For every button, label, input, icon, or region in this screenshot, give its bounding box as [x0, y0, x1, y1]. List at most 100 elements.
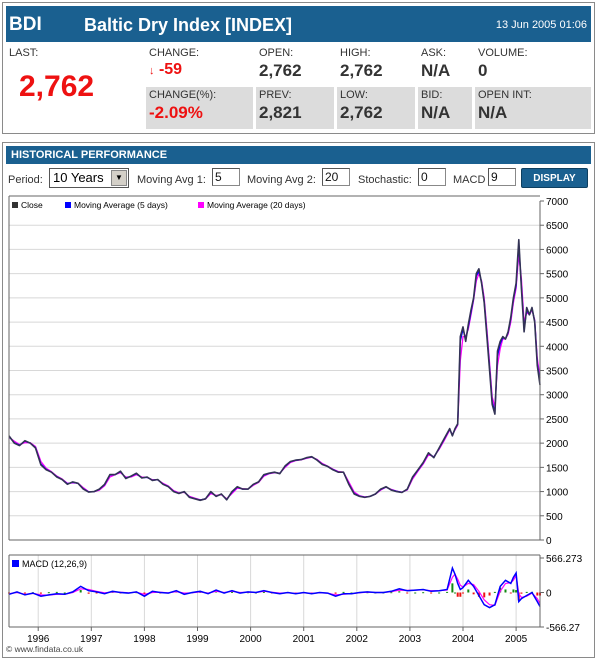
legend-ma20: Moving Average (20 days) — [207, 200, 306, 210]
macd-hist-bar — [515, 590, 518, 593]
bid-label: BID: — [421, 89, 443, 101]
open-int-value: N/A — [478, 103, 508, 122]
x-tick-label: 2003 — [399, 634, 422, 645]
legend-close: Close — [21, 200, 43, 210]
charts-svg: 0 500 1000 1500 2000 2500 3000 3500 4000 4500 5000… — [8, 195, 583, 645]
macd-hist-bar — [334, 592, 337, 594]
macd-hist-bar — [47, 592, 50, 594]
legend-swatch-ma5 — [65, 202, 71, 208]
high-cell: HIGH: 2,762 — [337, 45, 415, 85]
prev-value: 2,821 — [259, 103, 302, 122]
legend-swatch-ma20 — [198, 202, 204, 208]
macd-hist-bar — [55, 591, 58, 593]
x-tick-label: 2004 — [452, 634, 475, 645]
prev-cell: PREV: 2,821 — [256, 87, 334, 129]
ask-label: ASK: — [421, 47, 447, 59]
main-y-tick-label: 6000 — [546, 245, 569, 256]
main-y-ticks: 0 500 1000 1500 2000 2500 3000 3500 4000 4500 5000… — [540, 197, 569, 547]
macd-hist-bar — [262, 591, 265, 593]
last-label: LAST: — [9, 47, 39, 59]
high-value: 2,762 — [340, 61, 383, 80]
main-y-tick-label: 4500 — [546, 318, 569, 329]
last-value: 2,762 — [19, 70, 95, 103]
x-tick-label: 1999 — [186, 634, 209, 645]
macd-hist-bar — [406, 592, 409, 594]
main-y-tick-label: 6500 — [546, 221, 569, 232]
x-tick-label: 2005 — [505, 634, 528, 645]
change-pct-value: -2.09% — [149, 103, 203, 122]
prev-label: PREV: — [259, 89, 292, 101]
macd-hist-bar — [512, 589, 515, 593]
macd-hist-bar — [483, 592, 486, 598]
open-int-cell: OPEN INT: N/A — [475, 87, 591, 129]
instrument-name: Baltic Dry Index [INDEX] — [84, 15, 293, 35]
main-y-tick-label: 3500 — [546, 367, 569, 378]
main-y-tick-label: 500 — [546, 512, 563, 523]
macd-y-tick-label: -566.27 — [546, 623, 580, 634]
change-pct-label: CHANGE(%): — [149, 89, 217, 101]
volume-cell: VOLUME: 0 — [475, 45, 591, 85]
last-cell: LAST: 2,762 — [6, 45, 143, 129]
open-value: 2,762 — [259, 61, 302, 80]
macd-hist-bar — [422, 592, 425, 594]
macd-hist-bar — [493, 591, 496, 593]
x-tick-label: 1998 — [133, 634, 156, 645]
main-y-tick-label: 2500 — [546, 415, 569, 426]
macd-hist-bar — [390, 592, 393, 594]
down-arrow-icon: ↓ — [149, 65, 155, 77]
macd-hist-bar — [467, 589, 470, 593]
legend-swatch-close — [12, 202, 18, 208]
bid-cell: BID: N/A — [418, 87, 472, 129]
macd-hist-bar — [414, 592, 417, 594]
low-label: LOW: — [340, 89, 368, 101]
legend-macd: MACD (12,26,9) — [22, 559, 87, 569]
low-cell: LOW: 2,762 — [337, 87, 415, 129]
macd-hist-bar — [398, 591, 401, 593]
open-int-label: OPEN INT: — [478, 89, 532, 101]
change-value: -59 — [158, 61, 183, 78]
copyright: © www.findata.co.uk — [6, 644, 84, 654]
bid-value: N/A — [421, 103, 451, 122]
symbol: BDI — [9, 14, 42, 35]
ask-cell: ASK: N/A — [418, 45, 472, 85]
quote-datetime: 13 Jun 2005 01:06 — [495, 19, 587, 31]
main-y-tick-label: 1500 — [546, 463, 569, 474]
macd-hist-bar — [430, 592, 433, 594]
main-y-tick-label: 1000 — [546, 488, 569, 499]
quote-panel: BDI Baltic Dry Index [INDEX] 13 Jun 2005… — [2, 2, 595, 134]
main-y-tick-label: 5500 — [546, 270, 569, 281]
macd-hist-bar — [488, 592, 491, 596]
historical-panel: HISTORICAL PERFORMANCE Period: 10 Years … — [2, 142, 595, 658]
macd-hist-bar — [231, 591, 234, 593]
change-label: CHANGE: — [149, 47, 200, 59]
main-y-tick-label: 0 — [546, 536, 552, 547]
macd-hist-bar — [39, 592, 42, 594]
macd-y-tick-label: 0 — [546, 589, 552, 600]
main-y-tick-label: 3000 — [546, 391, 569, 402]
quote-header: BDI Baltic Dry Index [INDEX] 13 Jun 2005… — [6, 6, 591, 42]
macd-hist-bar — [446, 591, 449, 593]
macd-hist-bar — [451, 583, 454, 593]
high-label: HIGH: — [340, 47, 371, 59]
macd-hist-bar — [23, 592, 26, 594]
main-y-tick-label: 5000 — [546, 294, 569, 305]
macd-hist-bar — [509, 592, 512, 594]
x-ticks: 1996 1997 1998 1999 2000 2001 2002 2003 2004 2005 — [27, 627, 528, 645]
main-y-tick-label: 7000 — [546, 197, 569, 208]
macd-hist-bar — [520, 592, 523, 594]
macd-hist-bar — [536, 592, 539, 596]
volume-label: VOLUME: — [478, 47, 528, 59]
change-pct-cell: CHANGE(%): -2.09% — [146, 87, 253, 129]
open-cell: OPEN: 2,762 — [256, 45, 334, 85]
macd-hist-bar — [504, 589, 507, 593]
macd-hist-bar — [342, 591, 345, 593]
x-tick-label: 2000 — [239, 634, 262, 645]
macd-y-ticks: 566.273 0 -566.27 — [540, 554, 583, 634]
macd-hist-bar — [525, 591, 528, 593]
macd-hist-bar — [79, 590, 82, 593]
macd-hist-bar — [456, 592, 459, 597]
macd-y-tick-label: 566.273 — [546, 554, 583, 565]
legend-ma5: Moving Average (5 days) — [74, 200, 168, 210]
x-tick-label: 2001 — [293, 634, 316, 645]
macd-hist-bar — [454, 592, 457, 594]
